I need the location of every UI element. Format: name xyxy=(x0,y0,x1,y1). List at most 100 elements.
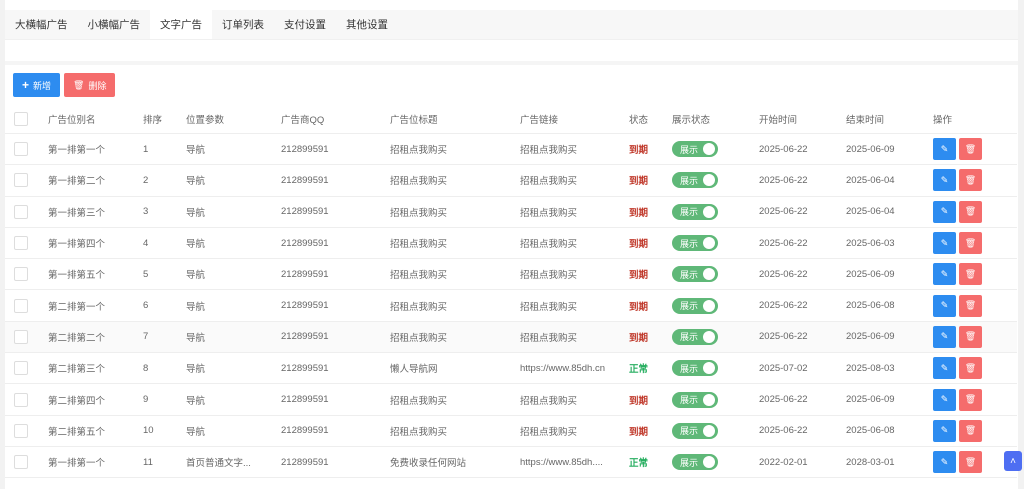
qq-cell: 212899591 xyxy=(281,300,329,312)
show-toggle[interactable]: 展示 xyxy=(672,172,718,189)
tab-0[interactable]: 大横幅广告 xyxy=(5,10,78,39)
pencil-icon: ✎ xyxy=(940,174,949,185)
edit-button[interactable]: ✎ xyxy=(933,357,956,380)
add-button[interactable]: + 新增 xyxy=(13,73,61,97)
title-cell: 招租点我购买 xyxy=(390,239,448,251)
row-delete-button[interactable]: 🗑 xyxy=(959,294,982,317)
edit-button[interactable]: ✎ xyxy=(933,294,956,317)
row-delete-button[interactable]: 🗑 xyxy=(959,169,982,192)
row-checkbox[interactable] xyxy=(14,204,28,219)
tab-1[interactable]: 小横幅广告 xyxy=(78,10,151,39)
toggle-knob xyxy=(703,174,715,187)
show-toggle[interactable]: 展示 xyxy=(672,454,718,471)
tab-2[interactable]: 文字广告 xyxy=(150,10,212,39)
tab-5[interactable]: 其他设置 xyxy=(336,10,398,39)
edit-button[interactable]: ✎ xyxy=(933,451,956,474)
show-toggle[interactable]: 展示 xyxy=(672,235,718,252)
edit-button[interactable]: ✎ xyxy=(933,232,956,255)
tab-3[interactable]: 订单列表 xyxy=(212,10,274,39)
link-cell: 招租点我购买 xyxy=(520,270,578,282)
table-row: 第二排第一个 6 导航 212899591 招租点我购买 招租点我购买 到期 展示 2025-0… xyxy=(5,290,1017,322)
row-checkbox[interactable] xyxy=(14,173,28,188)
row-delete-button[interactable]: 🗑 xyxy=(959,232,982,255)
edit-button[interactable]: ✎ xyxy=(933,138,956,161)
show-toggle[interactable]: 展示 xyxy=(672,203,718,220)
row-checkbox[interactable] xyxy=(14,329,28,344)
toggle-knob xyxy=(703,330,715,343)
row-delete-button[interactable]: 🗑 xyxy=(959,325,982,348)
pos-cell: 导航 xyxy=(186,301,206,313)
start-cell: 2025-06-22 xyxy=(759,425,808,437)
select-all-checkbox[interactable] xyxy=(14,111,28,126)
edit-button[interactable]: ✎ xyxy=(933,200,956,223)
start-cell: 2025-06-22 xyxy=(759,331,808,343)
pos-cell: 导航 xyxy=(186,145,206,157)
show-label: 展示 xyxy=(680,457,699,468)
row-checkbox[interactable] xyxy=(14,142,28,157)
delete-button[interactable]: 🗑 删除 xyxy=(64,73,116,97)
column-header: 位置参数 xyxy=(186,114,225,126)
row-delete-button[interactable]: 🗑 xyxy=(959,263,982,286)
row-checkbox[interactable] xyxy=(14,455,28,470)
column-header: 排序 xyxy=(143,114,163,126)
start-cell: 2025-06-22 xyxy=(759,206,808,218)
sort-cell: 10 xyxy=(143,425,154,437)
table-row: 第一排第一个 1 导航 212899591 招租点我购买 招租点我购买 到期 展示 2025-0… xyxy=(5,134,1017,166)
edit-button[interactable]: ✎ xyxy=(933,263,956,286)
edit-button[interactable]: ✎ xyxy=(933,169,956,192)
start-cell: 2025-06-22 xyxy=(759,174,808,186)
pos-cell: 导航 xyxy=(186,332,206,344)
show-toggle[interactable]: 展示 xyxy=(672,422,718,439)
row-delete-button[interactable]: 🗑 xyxy=(959,388,982,411)
table-header: 广告位别名 排序 位置参数 广告商QQ 广告位标题 广告链接 状态 展示状态 开始时间 结束时间 操… xyxy=(5,104,1017,134)
show-toggle[interactable]: 展示 xyxy=(672,360,718,377)
back-to-top-button[interactable]: ˄ xyxy=(1004,451,1022,471)
row-checkbox[interactable] xyxy=(14,361,28,376)
link-cell: https://www.85dh.cn xyxy=(520,362,606,374)
qq-cell: 212899591 xyxy=(281,174,329,186)
row-checkbox[interactable] xyxy=(14,423,28,438)
tab-4[interactable]: 支付设置 xyxy=(274,10,336,39)
trash-icon: 🗑 xyxy=(964,237,977,248)
show-toggle[interactable]: 展示 xyxy=(672,297,718,314)
edit-button[interactable]: ✎ xyxy=(933,388,956,411)
table-row: 第二排第二个 7 导航 212899591 招租点我购买 招租点我购买 到期 展示 2025-0… xyxy=(5,321,1017,354)
row-checkbox[interactable] xyxy=(14,298,28,313)
name-cell: 第二排第一个 xyxy=(48,301,106,313)
show-toggle[interactable]: 展示 xyxy=(672,141,718,158)
row-checkbox[interactable] xyxy=(14,267,28,282)
table-row: 第一排第五个 5 导航 212899591 招租点我购买 招租点我购买 到期 展示 2025-0… xyxy=(5,259,1017,291)
row-checkbox[interactable] xyxy=(14,236,28,251)
row-checkbox[interactable] xyxy=(14,392,28,407)
column-header: 开始时间 xyxy=(759,114,798,126)
row-delete-button[interactable]: 🗑 xyxy=(959,357,982,380)
pencil-icon: ✎ xyxy=(940,237,949,248)
pos-cell: 导航 xyxy=(186,207,206,219)
row-delete-button[interactable]: 🗑 xyxy=(959,200,982,223)
toggle-knob xyxy=(703,299,715,312)
pencil-icon: ✎ xyxy=(940,206,949,217)
sort-cell: 11 xyxy=(143,456,153,468)
link-cell: 招租点我购买 xyxy=(520,239,578,251)
row-delete-button[interactable]: 🗑 xyxy=(959,138,982,161)
show-toggle[interactable]: 展示 xyxy=(672,391,718,408)
name-cell: 第二排第五个 xyxy=(48,426,106,438)
edit-button[interactable]: ✎ xyxy=(933,325,956,348)
pencil-icon: ✎ xyxy=(940,456,949,467)
status-cell: 到期 xyxy=(629,395,649,407)
sort-cell: 5 xyxy=(143,268,149,280)
end-cell: 2025-06-08 xyxy=(846,425,895,437)
row-delete-button[interactable]: 🗑 xyxy=(959,451,982,474)
trash-icon: 🗑 xyxy=(964,394,977,405)
title-cell: 免费收录任何网站 xyxy=(390,458,467,470)
qq-cell: 212899591 xyxy=(281,237,329,249)
table-row: 第二排第五个 10 导航 212899591 招租点我购买 招租点我购买 到期 展示 2025-… xyxy=(5,415,1017,447)
spacer xyxy=(5,40,1018,65)
show-toggle[interactable]: 展示 xyxy=(672,328,718,345)
edit-button[interactable]: ✎ xyxy=(933,419,956,442)
pencil-icon: ✎ xyxy=(940,268,949,279)
tab-bar: 大横幅广告 小横幅广告 文字广告 订单列表 支付设置 其他设置 xyxy=(5,10,1018,40)
show-toggle[interactable]: 展示 xyxy=(672,266,718,283)
row-delete-button[interactable]: 🗑 xyxy=(959,419,982,442)
column-header: 状态 xyxy=(629,114,649,126)
